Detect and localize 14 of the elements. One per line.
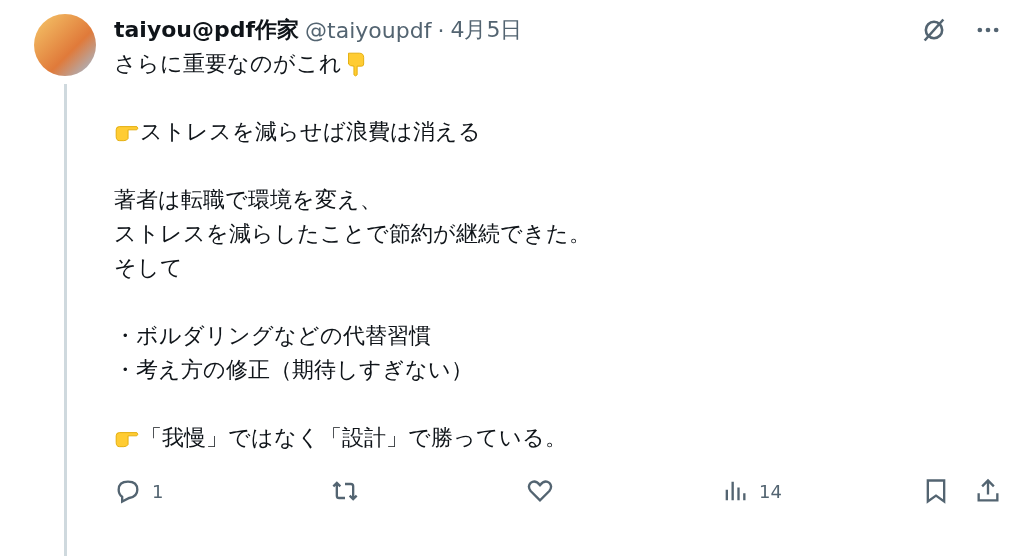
post-text-line: さらに重要なのがこれ	[114, 50, 342, 78]
author-handle[interactable]: @taiyoupdf	[305, 17, 432, 43]
post-text-line: 著者は転職で環境を変え、	[114, 186, 382, 214]
post-text-line: ストレスを減らしたことで節約が継続できた。	[114, 220, 591, 248]
author-name[interactable]: taiyou@pdf作家	[114, 15, 300, 45]
post-text-line: ・ボルダリングなどの代替習慣	[114, 322, 431, 350]
post-text-line: 「我慢」ではなく「設計」で勝っている。	[140, 424, 567, 452]
post-date[interactable]: 4月5日	[450, 15, 523, 45]
post-text-line: ストレスを減らせば浪費は消える	[140, 118, 481, 146]
views-button[interactable]: 14	[721, 477, 782, 505]
post-text-line: ・考え方の修正（期待しすぎない）	[114, 356, 473, 384]
separator-dot: ·	[437, 17, 445, 43]
post-text-line: そして	[114, 254, 183, 282]
reply-button[interactable]: 1	[114, 477, 164, 505]
